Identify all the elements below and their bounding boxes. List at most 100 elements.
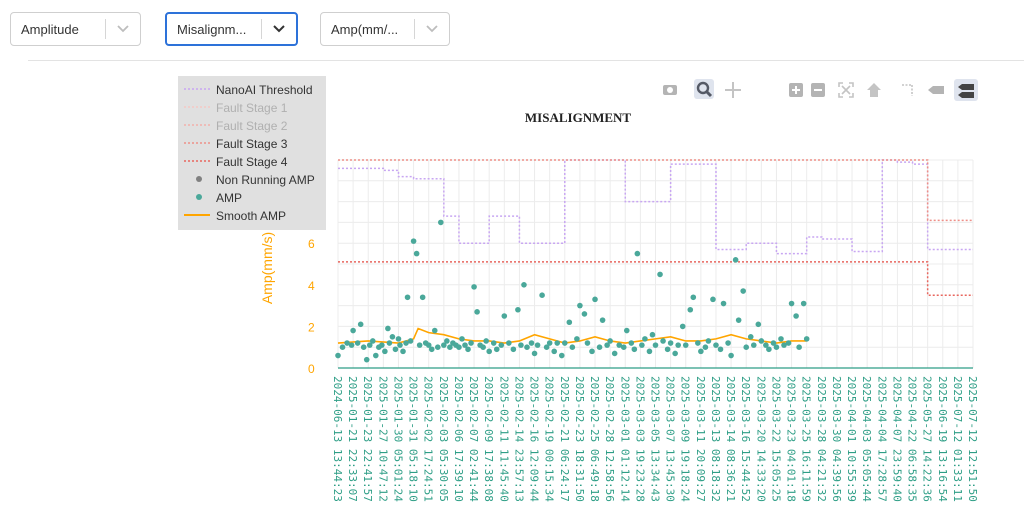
amp-point	[363, 356, 370, 363]
x-tick-label: 2025-04-04 17:28:57	[875, 376, 888, 502]
amp-point	[566, 319, 573, 326]
legend-label: Fault Stage 1	[216, 101, 288, 115]
y-tick-label: 0	[308, 362, 315, 376]
amp-point	[800, 300, 807, 307]
amp-point	[431, 327, 438, 334]
chart-legend: NanoAI Threshold Fault Stage 1 Fault Stage…	[178, 76, 326, 230]
chart-modebar	[663, 79, 978, 101]
legend-label: Fault Stage 4	[216, 155, 288, 169]
x-tick-label: 2025-03-14 08:36:21	[724, 376, 737, 502]
amp-point	[682, 342, 689, 348]
amp-point	[620, 344, 627, 351]
legend-label: Fault Stage 3	[216, 137, 288, 151]
amp-point	[698, 348, 704, 355]
amp-point	[534, 342, 541, 348]
amp-point	[554, 340, 561, 346]
amp-point	[634, 250, 641, 257]
amp-point	[404, 294, 411, 301]
autoscale-icon	[838, 82, 854, 98]
x-tick-label: 2025-02-07 02:41:44	[467, 376, 480, 502]
amp-point	[410, 238, 417, 244]
x-tick-label: 2025-07-12 01:33:11	[951, 376, 964, 502]
amp-point	[628, 340, 635, 346]
x-tick-label: 2025-02-02 17:24:51	[422, 376, 435, 502]
x-tick-label: 2025-03-11 20:09:27	[694, 376, 707, 502]
amp-point	[506, 340, 512, 346]
amp-point	[372, 352, 379, 359]
amp-point	[493, 346, 500, 353]
amp-point	[577, 302, 583, 309]
amp-point	[528, 340, 535, 346]
x-tick-label: 2025-02-23 18:31:50	[573, 376, 586, 502]
amp-point	[392, 346, 399, 353]
hover-compare-icon	[954, 79, 978, 101]
amp-point	[778, 336, 784, 342]
x-tick-label: 2025-02-16 12:09:44	[528, 376, 541, 502]
amp-point	[360, 344, 367, 351]
amp-point	[386, 340, 393, 346]
amp-point	[642, 336, 648, 342]
amp-point	[486, 348, 492, 355]
amp-point	[664, 346, 671, 353]
y-tick-label: 4	[308, 279, 315, 293]
y-axis-label: Amp(mm/s)	[259, 232, 275, 304]
amp-point	[483, 338, 489, 344]
amp-point	[569, 344, 576, 351]
amp-point	[732, 257, 739, 263]
x-tick-label: 2025-03-28 04:21:32	[815, 376, 828, 502]
amp-point	[574, 336, 580, 342]
amp-point	[518, 342, 524, 348]
x-tick-label: 2025-02-06 17:39:10	[452, 376, 465, 502]
amp-point	[623, 327, 630, 334]
amp-point	[690, 294, 697, 301]
amp-point	[592, 296, 598, 303]
amp-point	[785, 340, 792, 346]
amp-point	[607, 338, 613, 344]
amp-point	[480, 344, 486, 351]
amp-point	[434, 344, 441, 351]
amp-point	[474, 309, 480, 315]
reset-axes-icon	[867, 83, 881, 97]
x-tick-label: 2025-04-07 23:59:40	[890, 376, 903, 502]
amp-point	[531, 350, 538, 357]
amp-point	[438, 219, 444, 226]
amp-point	[546, 340, 553, 346]
x-tick-label: 2025-03-20 14:33:20	[754, 376, 767, 502]
amp-point	[524, 344, 530, 351]
amp-point	[382, 348, 388, 355]
amp-point	[584, 340, 591, 346]
y-tick-label: 2	[308, 320, 315, 334]
amp-point	[539, 292, 545, 299]
amp-point	[416, 342, 423, 348]
x-tick-label: 2025-03-30 04:39:56	[830, 376, 843, 502]
amp-point	[728, 352, 734, 359]
legend-label: NanoAI Threshold	[216, 83, 313, 97]
amp-point	[419, 294, 426, 301]
y-axis-ticks: 0 2 4 6	[308, 237, 315, 376]
amp-point	[803, 336, 810, 342]
zoom-icon	[694, 79, 714, 99]
legend-label: Non Running AMP	[216, 173, 315, 187]
amp-point	[725, 340, 731, 346]
amp-point	[357, 321, 364, 328]
amp-point	[766, 346, 772, 353]
amp-point	[468, 340, 474, 346]
amp-point	[596, 344, 603, 351]
amp-point	[657, 271, 663, 278]
amp-point	[339, 344, 346, 351]
amp-point	[631, 346, 638, 353]
amp-point	[710, 296, 716, 303]
misalignment-chart: 2024-06-13 13:44:23 2025-01-21 22:33:07 20…	[178, 76, 979, 502]
x-axis-ticks: 2024-06-13 13:44:23 2025-01-21 22:33:07 20…	[331, 376, 979, 502]
amp-point	[758, 338, 765, 344]
amp-point	[672, 350, 678, 357]
amp-point	[675, 342, 681, 348]
x-tick-label: 2025-03-01 01:12:14	[618, 376, 631, 502]
x-tick-label: 2025-05-27 14:22:36	[921, 376, 934, 502]
x-tick-label: 2025-02-21 06:24:17	[558, 376, 571, 502]
pan-icon	[725, 82, 741, 98]
camera-icon	[663, 85, 677, 95]
amp-point	[702, 344, 709, 351]
amp-point	[660, 338, 666, 344]
x-tick-label: 2025-04-01 10:55:39	[845, 376, 858, 502]
